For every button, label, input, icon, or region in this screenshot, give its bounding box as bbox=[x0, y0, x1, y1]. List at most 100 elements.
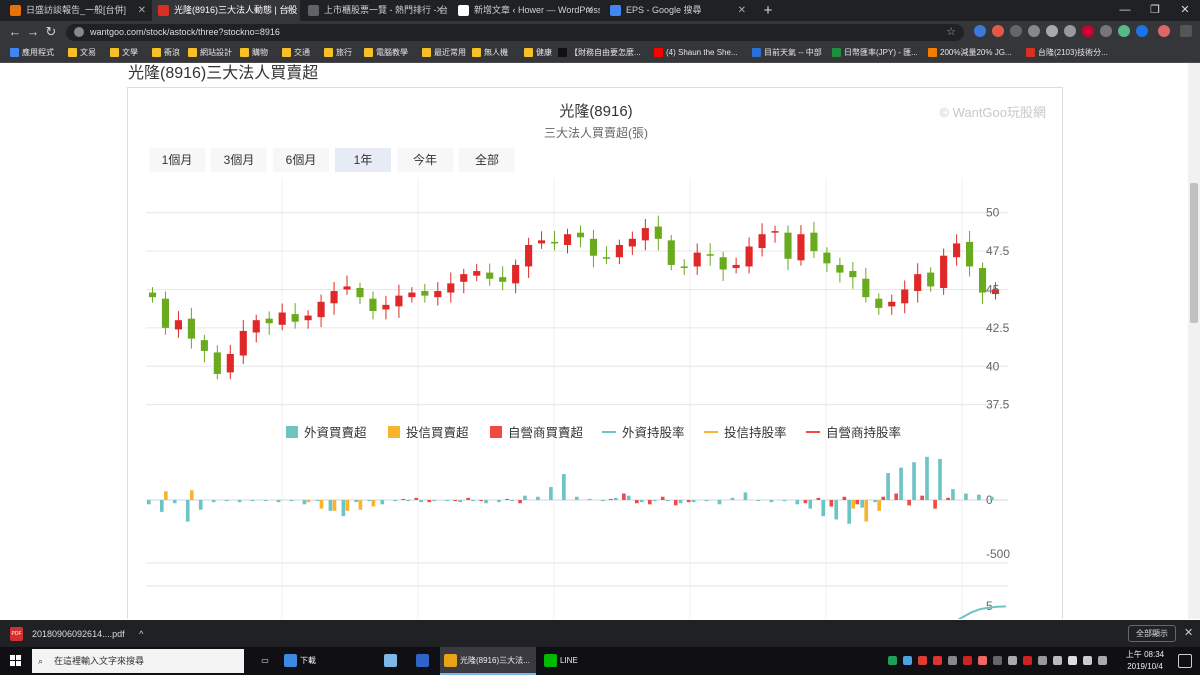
menu-icon[interactable] bbox=[1180, 25, 1192, 37]
app-icon bbox=[544, 654, 557, 667]
taskbar-app[interactable]: LINE bbox=[540, 647, 600, 675]
bookmark-item[interactable]: (4) Shaun the She... bbox=[652, 43, 738, 63]
legend-item[interactable]: 外資買賣超 bbox=[304, 425, 367, 440]
candle-body bbox=[161, 298, 170, 328]
range-button[interactable]: 全部 bbox=[459, 148, 515, 172]
bookmark-item[interactable]: 日幣匯率(JPY) - 匯... bbox=[830, 43, 918, 63]
extension-icon[interactable] bbox=[1046, 25, 1058, 37]
candle-body bbox=[836, 264, 844, 273]
close-window-button[interactable]: ✕ bbox=[1170, 0, 1200, 21]
tab-close-icon[interactable]: ✕ bbox=[436, 0, 444, 21]
tab-close-icon[interactable]: ✕ bbox=[586, 0, 594, 21]
tab-close-icon[interactable]: ✕ bbox=[286, 0, 294, 21]
system-tray-icon[interactable] bbox=[1008, 656, 1017, 665]
bookmark-item[interactable]: 無人機 bbox=[470, 43, 508, 63]
bookmark-item[interactable]: 應用程式 bbox=[8, 43, 54, 63]
bookmark-item[interactable]: 文易 bbox=[66, 43, 96, 63]
system-tray-icon[interactable] bbox=[1068, 656, 1077, 665]
system-tray-icon[interactable] bbox=[963, 656, 972, 665]
bookmark-item[interactable]: 網站設計 bbox=[186, 43, 232, 63]
address-bar-url[interactable]: wantgoo.com/stock/astock/three?stockno=8… bbox=[90, 24, 280, 41]
range-button[interactable]: 1個月 bbox=[149, 148, 205, 172]
browser-tab[interactable]: 光隆(8916)三大法人動態 | 台股 | ✕ bbox=[152, 0, 300, 21]
system-tray-icon[interactable] bbox=[933, 656, 942, 665]
maximize-button[interactable]: ❐ bbox=[1140, 0, 1170, 21]
close-download-bar-icon[interactable]: ✕ bbox=[1184, 620, 1193, 647]
extension-icon[interactable] bbox=[1118, 25, 1130, 37]
system-tray-icon[interactable] bbox=[918, 656, 927, 665]
show-all-downloads-button[interactable]: 全部顯示 bbox=[1128, 625, 1176, 642]
bookmark-star-icon[interactable]: ☆ bbox=[946, 24, 956, 41]
taskbar-app[interactable]: 光隆(8916)三大法... bbox=[440, 647, 536, 675]
bookmark-item[interactable]: 【財務自由要怎麼... bbox=[556, 43, 641, 63]
download-item[interactable]: PDF 20180906092614....pdf ^ bbox=[10, 624, 143, 644]
back-icon[interactable]: ← bbox=[6, 21, 24, 43]
extension-icon[interactable] bbox=[1028, 25, 1040, 37]
bookmark-item[interactable]: 購物 bbox=[238, 43, 268, 63]
range-button[interactable]: 今年 bbox=[397, 148, 453, 172]
forward-icon[interactable]: → bbox=[24, 21, 42, 43]
bookmark-item[interactable]: 目前天氣 -- 中部 bbox=[750, 43, 822, 63]
system-tray-icon[interactable] bbox=[1023, 656, 1032, 665]
net-buy-bar bbox=[211, 500, 216, 503]
system-tray-icon[interactable] bbox=[888, 656, 897, 665]
system-tray-icon[interactable] bbox=[1098, 656, 1107, 665]
browser-tab[interactable]: 新增文章 ‹ Hower — WordPress ✕ bbox=[452, 0, 600, 21]
bookmark-item[interactable]: 文學 bbox=[108, 43, 138, 63]
taskbar-app[interactable] bbox=[412, 647, 440, 675]
legend-item[interactable]: 外資持股率 bbox=[622, 425, 685, 440]
system-tray-icon[interactable] bbox=[1038, 656, 1047, 665]
new-tab-button[interactable]: + bbox=[760, 0, 776, 21]
extension-icon[interactable] bbox=[1136, 25, 1148, 37]
taskbar-app[interactable] bbox=[380, 647, 410, 675]
bookmark-item[interactable]: 台隆(2103)技術分... bbox=[1024, 43, 1108, 63]
chart-credits[interactable]: © WantGoo玩股網 bbox=[939, 102, 1046, 121]
range-button[interactable]: 6個月 bbox=[273, 148, 329, 172]
bookmark-item[interactable]: 電腦教學 bbox=[362, 43, 408, 63]
taskbar-clock[interactable]: 上午 08:34 2019/10/4 bbox=[1116, 649, 1174, 673]
extension-icon[interactable] bbox=[992, 25, 1004, 37]
page-scrollbar[interactable] bbox=[1188, 63, 1200, 619]
profile-avatar[interactable] bbox=[1158, 25, 1170, 37]
legend-item[interactable]: 投信持股率 bbox=[724, 425, 787, 440]
extension-icon[interactable] bbox=[1082, 25, 1094, 37]
range-button[interactable]: 3個月 bbox=[211, 148, 267, 172]
bookmark-item[interactable]: 最近常用 bbox=[420, 43, 466, 63]
extension-icon[interactable] bbox=[1010, 25, 1022, 37]
legend-item[interactable]: 自營商買賣超 bbox=[508, 425, 584, 440]
reload-icon[interactable]: ↻ bbox=[42, 21, 60, 43]
task-view-button[interactable]: ▭ bbox=[252, 647, 278, 675]
bookmark-item[interactable]: 旅行 bbox=[322, 43, 352, 63]
legend-item[interactable]: 投信買賣超 bbox=[406, 425, 469, 440]
tab-close-icon[interactable]: ✕ bbox=[738, 0, 746, 21]
browser-tab[interactable]: 上市櫃股票一覽 - 熱門排行 - 台 ✕ bbox=[302, 0, 450, 21]
range-button[interactable]: 1年 bbox=[335, 148, 391, 172]
taskbar-app[interactable]: 下載 bbox=[280, 647, 376, 675]
bookmark-item[interactable]: 交通 bbox=[280, 43, 310, 63]
bookmark-item[interactable]: 健康 bbox=[522, 43, 552, 63]
browser-tab[interactable]: EPS - Google 搜尋 ✕ bbox=[604, 0, 752, 21]
notification-icon[interactable] bbox=[1178, 654, 1192, 668]
browser-tab[interactable]: 日盛訪談報告_一般[台併] ✕ bbox=[4, 0, 152, 21]
extension-icon[interactable] bbox=[1064, 25, 1076, 37]
system-tray-icon[interactable] bbox=[978, 656, 987, 665]
scrollbar-thumb[interactable] bbox=[1190, 183, 1198, 323]
start-button[interactable] bbox=[0, 647, 32, 675]
bookmark-item[interactable]: 衝浪 bbox=[150, 43, 180, 63]
system-tray-icon[interactable] bbox=[903, 656, 912, 665]
system-tray-icon[interactable] bbox=[1053, 656, 1062, 665]
extension-icon[interactable] bbox=[1100, 25, 1112, 37]
net-buy-bar bbox=[345, 500, 350, 511]
system-tray-icon[interactable] bbox=[993, 656, 1002, 665]
minimize-button[interactable]: — bbox=[1110, 0, 1140, 21]
system-tray-icon[interactable] bbox=[1083, 656, 1092, 665]
legend-item[interactable]: 自營商持股率 bbox=[826, 425, 901, 440]
stock-chart[interactable]: 37.54042.54547.5500-5005 外資買賣超 投信買賣超 自營商買賣… bbox=[128, 178, 1064, 619]
extension-icon[interactable] bbox=[974, 25, 986, 37]
taskbar-search-input[interactable]: ⌕ 在這裡輸入文字來搜尋 bbox=[32, 649, 244, 673]
tab-close-icon[interactable]: ✕ bbox=[138, 0, 146, 21]
bookmark-item[interactable]: 200%減量20% JG... bbox=[926, 43, 1012, 63]
chevron-up-icon[interactable]: ^ bbox=[139, 629, 143, 639]
address-bar[interactable]: wantgoo.com/stock/astock/three?stockno=8… bbox=[66, 24, 964, 41]
system-tray-icon[interactable] bbox=[948, 656, 957, 665]
